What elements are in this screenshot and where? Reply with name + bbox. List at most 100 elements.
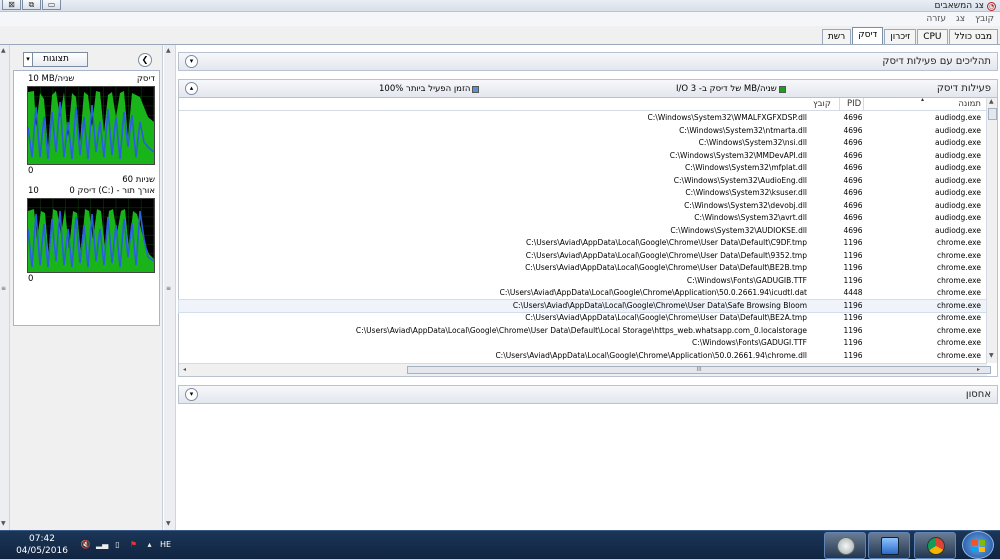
table-vertical-scrollbar[interactable]: ▲ ▼ — [986, 98, 997, 363]
cell-pid: 4696 — [843, 125, 863, 135]
battery-icon[interactable]: ▯ — [112, 539, 123, 550]
sort-ascending-icon: ▴ — [921, 96, 925, 103]
table-row[interactable]: audiodg.exe 4696 C:\Windows\System32\AUDIO… — [179, 225, 987, 238]
table-row[interactable]: audiodg.exe 4696 C:\Windows\System32\MMDev… — [179, 150, 987, 163]
table-hscroll-thumb[interactable]: III — [407, 366, 991, 374]
table-row[interactable]: chrome.exe 1196 C:\Users\Aviad\AppData\Loc… — [179, 312, 987, 325]
table-scroll-down-icon[interactable]: ▼ — [989, 352, 994, 359]
table-scroll-up-icon[interactable]: ▲ — [989, 98, 994, 105]
tab-memory[interactable]: זיכרון — [884, 29, 917, 44]
tab-overview[interactable]: מבט כולל — [948, 29, 998, 44]
storage-header[interactable]: ▾ אחסון — [178, 385, 998, 404]
cell-image: audiodg.exe — [935, 150, 981, 160]
tab-cpu[interactable]: CPU — [917, 29, 948, 44]
main-splitter-grip-icon[interactable]: ≡ — [166, 285, 171, 292]
menu-help[interactable]: עזרה — [926, 14, 946, 24]
storage-section-title: אחסון — [965, 389, 991, 400]
table-row[interactable]: chrome.exe 1196 C:\Users\Aviad\AppData\Loc… — [179, 237, 987, 250]
main-scroll-down-icon[interactable]: ▼ — [166, 520, 171, 527]
menu-monitor[interactable]: צג — [956, 14, 965, 24]
tab-network[interactable]: רשת — [821, 29, 852, 44]
input-language-indicator[interactable]: HE — [160, 540, 171, 549]
table-scroll-thumb[interactable] — [988, 108, 997, 120]
table-row[interactable]: audiodg.exe 4696 C:\Windows\System32\ntmar… — [179, 125, 987, 138]
collapse-graphs-button[interactable]: ❮ — [138, 53, 152, 67]
table-scroll-left-icon[interactable]: ◂ — [183, 366, 186, 373]
start-button[interactable] — [962, 531, 994, 559]
table-row[interactable]: audiodg.exe 4696 C:\Windows\System32\mfpla… — [179, 162, 987, 175]
column-separator[interactable] — [863, 98, 864, 111]
table-row[interactable]: chrome.exe 1196 C:\Users\Aviad\AppData\Loc… — [179, 325, 987, 338]
legend-active-swatch — [472, 85, 480, 93]
table-row[interactable]: audiodg.exe 4696 C:\Windows\System32\Audio… — [179, 175, 987, 188]
restore-button[interactable]: ⧉ — [22, 0, 41, 10]
table-row[interactable]: chrome.exe 1196 C:\Windows\Fonts\GADUGIB.T… — [179, 275, 987, 288]
taskbar-clock[interactable]: 07:42 04/05/2016 — [12, 533, 72, 557]
cell-image: audiodg.exe — [935, 188, 981, 197]
network-signal-icon[interactable]: ▂▄ — [96, 539, 108, 550]
graphs-panel-scrollbar[interactable]: ▲ ≡ ▼ — [0, 45, 10, 530]
volume-muted-icon[interactable]: 🔇 — [80, 539, 91, 550]
show-hidden-icons-icon[interactable]: ▴ — [144, 539, 155, 550]
table-scroll-right-icon[interactable]: ▸ — [977, 366, 980, 373]
cell-file: C:\Users\Aviad\AppData\Local\Google\Chro… — [525, 250, 807, 260]
legend-io-label: I/O של דיסק ב- 3 MB/שניה — [676, 84, 777, 94]
cell-file: C:\Windows\System32\WMALFXGFXDSP.dll — [647, 113, 807, 122]
table-row[interactable]: chrome.exe 1196 C:\Users\Aviad\AppData\Loc… — [179, 350, 987, 363]
table-row[interactable]: audiodg.exe 4696 C:\Windows\System32\WMALF… — [179, 112, 987, 125]
table-row[interactable]: audiodg.exe 4696 C:\Windows\System32\devob… — [179, 200, 987, 213]
queue-graph-max: 10 — [28, 186, 39, 196]
queue-graph-min: 0 — [28, 274, 34, 284]
table-row[interactable]: chrome.exe 1196 C:\Users\Aviad\AppData\Loc… — [179, 250, 987, 263]
disk-activity-table: תמונה ▴ PID קובץ audiodg.exe 4696 C:\Windo… — [178, 96, 998, 377]
tab-disk[interactable]: דיסק — [852, 27, 884, 44]
taskbar-resource-monitor[interactable] — [824, 532, 866, 559]
system-tray: 🔇 ▂▄ ▯ ⚑ ▴ HE — [80, 539, 172, 550]
column-pid[interactable]: PID — [847, 99, 861, 109]
taskbar-task-manager[interactable] — [868, 532, 910, 559]
table-row[interactable]: chrome.exe 1196 C:\Users\Aviad\AppData\Loc… — [178, 298, 988, 313]
table-row[interactable]: audiodg.exe 4696 C:\Windows\System32\nsi.d… — [179, 137, 987, 150]
expand-processes-icon[interactable]: ▾ — [185, 55, 198, 68]
minimize-button[interactable]: ▭ — [42, 0, 61, 10]
scroll-down-icon[interactable]: ▼ — [1, 520, 6, 527]
column-file[interactable]: קובץ — [813, 99, 831, 109]
menu-file[interactable]: קובץ — [975, 14, 994, 24]
cell-image: audiodg.exe — [935, 200, 981, 210]
disk-queue-graph-plot — [27, 199, 155, 272]
collapse-disk-activity-icon[interactable]: ▴ — [185, 82, 198, 95]
cell-pid: 4696 — [843, 163, 863, 172]
table-row[interactable]: audiodg.exe 4696 C:\Windows\System32\avrt.… — [179, 212, 987, 225]
main-scroll-up-icon[interactable]: ▲ — [166, 47, 171, 54]
column-image[interactable]: תמונה — [958, 99, 981, 109]
column-separator[interactable] — [839, 98, 840, 111]
table-row[interactable]: chrome.exe 1196 C:\Windows\Fonts\GADUGI.TT… — [179, 337, 987, 350]
table-row[interactable]: audiodg.exe 4696 C:\Windows\System32\ksuse… — [179, 187, 987, 200]
windows-logo-icon — [972, 540, 985, 552]
disk-activity-header[interactable]: ▴ 100% הזמן הפעיל ביותר I/O של דיסק ב- 3… — [178, 79, 998, 98]
main-scrollbar[interactable]: ▲ ≡ ▼ — [164, 45, 176, 530]
table-row[interactable]: chrome.exe 1196 C:\Users\Aviad\AppData\Loc… — [179, 262, 987, 275]
resource-monitor-taskbar-icon — [837, 537, 855, 555]
splitter-grip-icon[interactable]: ≡ — [1, 285, 6, 292]
expand-storage-icon[interactable]: ▾ — [185, 388, 198, 401]
close-button[interactable]: ⊠ — [2, 0, 21, 10]
cell-pid: 4696 — [843, 225, 863, 235]
table-horizontal-scrollbar[interactable]: ◂ III ▸ — [179, 363, 991, 376]
cell-pid: 4696 — [843, 138, 863, 147]
disk-graph-max: 10 MB/שניה — [28, 74, 75, 84]
processes-with-disk-activity-header[interactable]: ▾ תהליכים עם פעילות דיסק — [178, 52, 998, 71]
cell-pid: 4696 — [843, 113, 863, 122]
table-row[interactable]: chrome.exe 4448 C:\Users\Aviad\AppData\Loc… — [179, 287, 987, 300]
views-dropdown-icon[interactable]: ▾ — [23, 52, 33, 67]
tab-strip: מבט כולל CPU זיכרון דיסק רשת — [0, 26, 1000, 45]
action-center-icon[interactable]: ⚑ — [128, 539, 139, 550]
taskbar-chrome[interactable] — [914, 532, 956, 559]
views-button[interactable]: תצוגות — [24, 52, 88, 67]
disk-io-graph-plot — [27, 87, 155, 164]
disk-graph-time: 60 שניות — [122, 175, 155, 185]
cell-file: C:\Users\Aviad\AppData\Local\Google\Chro… — [525, 238, 807, 247]
disk-graph-min: 0 — [28, 166, 34, 176]
cell-image: audiodg.exe — [935, 113, 981, 122]
title-bar: ⊠ ⧉ ▭ ◔ צג המשאבים — [0, 0, 1000, 12]
